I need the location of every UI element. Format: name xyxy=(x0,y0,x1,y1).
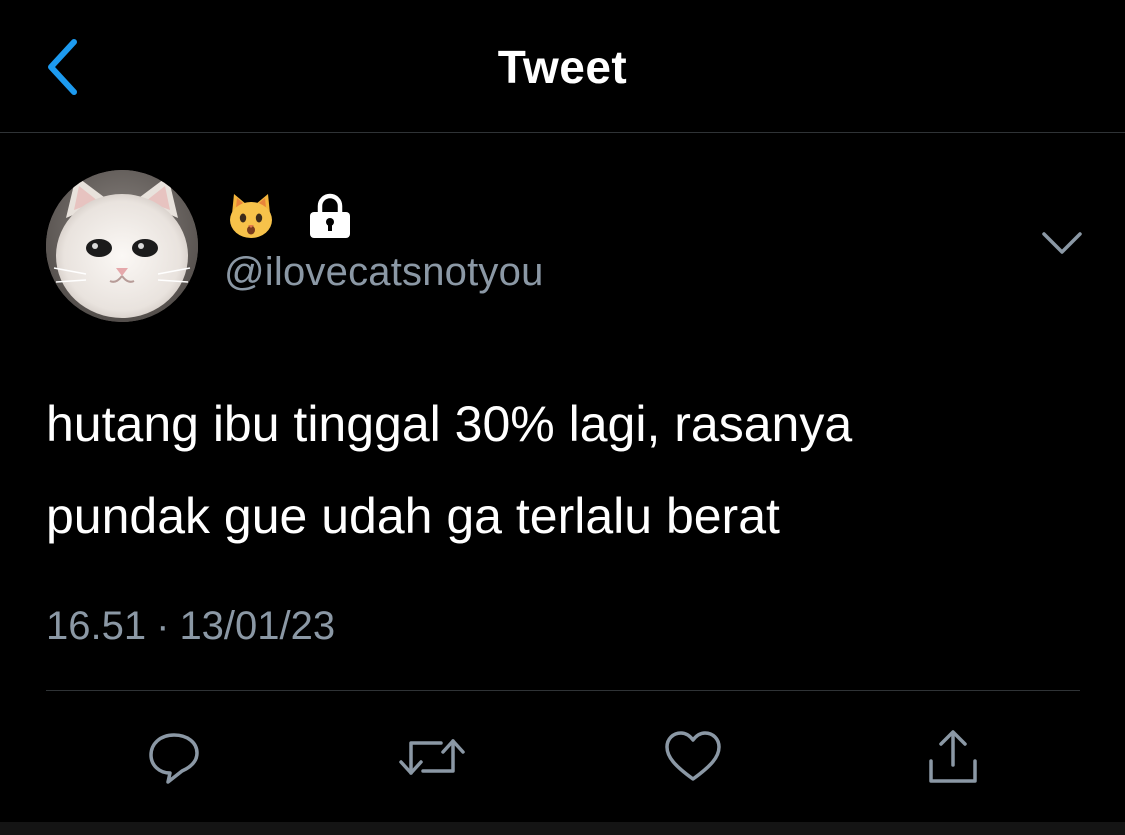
user-handle[interactable]: @ilovecatsnotyou xyxy=(224,250,544,295)
tweet-timestamp: 16.51 · 13/01/23 xyxy=(46,604,335,649)
tweet-date: 13/01/23 xyxy=(179,604,336,648)
tweet-text-line: hutang ibu tinggal 30% lagi, rasanya xyxy=(46,396,853,452)
divider xyxy=(46,690,1080,691)
share-icon xyxy=(929,730,977,783)
bottom-edge xyxy=(0,822,1125,835)
share-button[interactable] xyxy=(918,722,988,792)
chevron-down-icon xyxy=(1042,232,1082,254)
like-button[interactable] xyxy=(658,722,728,792)
like-icon xyxy=(665,731,721,781)
reply-button[interactable] xyxy=(139,722,209,792)
more-options-button[interactable] xyxy=(1040,226,1084,260)
tweet-text-line: pundak gue udah ga terlalu berat xyxy=(46,488,780,544)
tweet-time: 16.51 xyxy=(46,604,147,648)
page-title: Tweet xyxy=(497,41,628,93)
meta-separator: · xyxy=(156,604,170,648)
avatar[interactable] xyxy=(46,170,198,322)
cat-face-emoji-icon xyxy=(230,194,272,238)
display-name[interactable] xyxy=(228,192,352,240)
tweet-text: hutang ibu tinggal 30% lagi, rasanya pun… xyxy=(46,378,1086,562)
top-bar: Tweet xyxy=(0,0,1125,133)
retweet-icon xyxy=(399,739,465,775)
retweet-button[interactable] xyxy=(397,722,467,792)
lock-icon xyxy=(310,193,350,238)
reply-icon xyxy=(149,733,199,784)
cat-avatar-image xyxy=(46,170,198,322)
